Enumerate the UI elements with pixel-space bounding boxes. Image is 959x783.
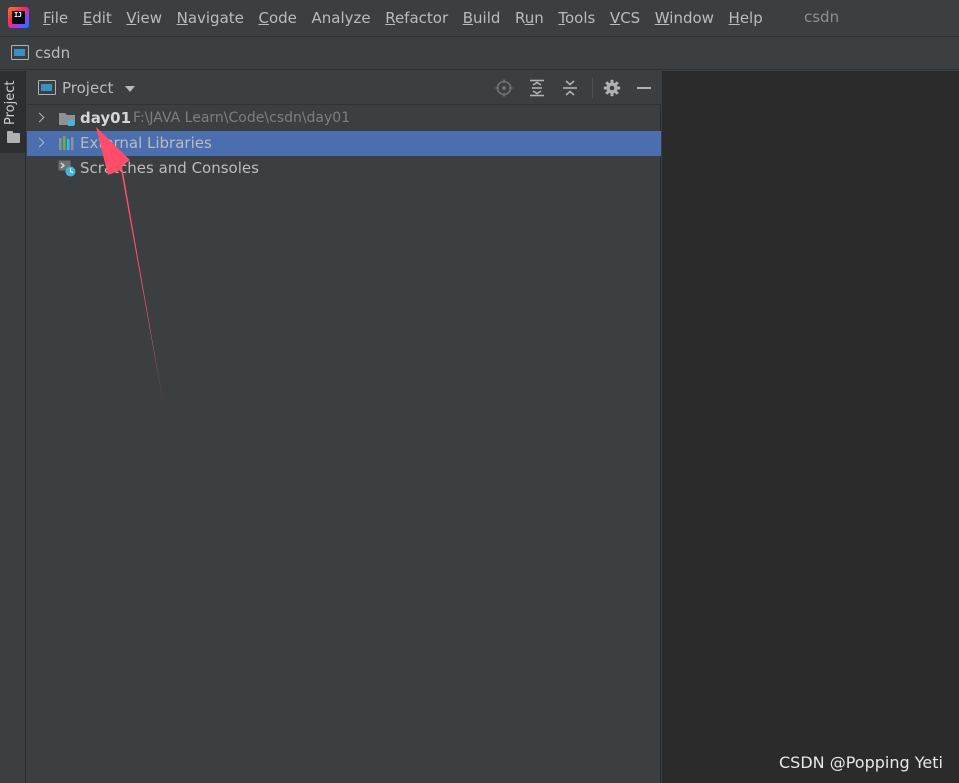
module-folder-icon <box>58 110 76 127</box>
menu-item-build[interactable]: Build <box>463 9 501 27</box>
menu-item-run[interactable]: Run <box>515 9 544 27</box>
tree-row-path: F:\JAVA Learn\Code\csdn\day01 <box>133 110 351 126</box>
chevron-down-icon[interactable] <box>125 86 135 92</box>
editor-area[interactable] <box>662 71 959 783</box>
minimize-icon <box>637 87 651 89</box>
menu-items: File Edit View Navigate Code Analyze Refactor B… <box>36 0 770 36</box>
folder-icon <box>7 131 20 143</box>
locate-file-button[interactable] <box>495 79 513 97</box>
tree-row-day01[interactable]: day01 F:\JAVA Learn\Code\csdn\day01 <box>27 106 661 131</box>
menu-bar: IJ File Edit View Navigate Code Analyze Refact… <box>0 0 959 36</box>
expand-all-button[interactable] <box>528 79 546 97</box>
menu-item-view[interactable]: View <box>126 9 162 27</box>
tree-row-label: External Libraries <box>80 134 212 152</box>
logo-text: IJ <box>14 11 22 19</box>
crosshair-icon <box>495 79 513 97</box>
library-icon <box>58 135 76 152</box>
project-tree: day01 F:\JAVA Learn\Code\csdn\day01 Extern… <box>27 106 661 181</box>
project-tool-tab[interactable]: Project <box>0 71 25 153</box>
navigation-bar: csdn <box>0 36 959 70</box>
menu-item-file[interactable]: File <box>43 9 68 27</box>
collapse-all-icon <box>563 80 577 96</box>
watermark: CSDN @Popping Yeti <box>779 753 943 772</box>
toolbar-separator <box>592 78 593 98</box>
menu-item-navigate[interactable]: Navigate <box>177 9 244 27</box>
tree-row-label: day01 <box>80 109 132 127</box>
project-panel: Project day01 F:\JAVA Learn\Code\csdn\da… <box>27 71 661 783</box>
chevron-right-icon[interactable] <box>34 112 45 123</box>
expand-all-icon <box>530 79 544 97</box>
scratches-icon <box>58 160 76 177</box>
menu-item-refactor[interactable]: Refactor <box>385 9 448 27</box>
gear-icon <box>603 79 621 97</box>
project-tool-tab-label: Project <box>3 80 18 125</box>
intellij-logo-icon: IJ <box>8 7 29 28</box>
menu-item-code[interactable]: Code <box>258 9 296 27</box>
tree-row-scratches-and-consoles[interactable]: Scratches and Consoles <box>27 156 661 181</box>
project-view-selector[interactable]: Project <box>62 79 113 97</box>
menu-item-edit[interactable]: Edit <box>83 9 112 27</box>
menu-item-vcs[interactable]: VCS <box>610 9 640 27</box>
project-window-icon <box>11 45 29 60</box>
ide-window: IJ File Edit View Navigate Code Analyze Refact… <box>0 0 959 783</box>
project-view-icon <box>38 80 56 95</box>
collapse-all-button[interactable] <box>561 79 579 97</box>
breadcrumb-project[interactable]: csdn <box>35 44 70 62</box>
left-tool-strip: Project <box>0 71 26 783</box>
hide-panel-button[interactable] <box>635 79 653 97</box>
project-panel-header: Project <box>27 71 661 105</box>
settings-button[interactable] <box>603 79 621 97</box>
tree-row-external-libraries[interactable]: External Libraries <box>27 131 661 156</box>
menu-item-analyze[interactable]: Analyze <box>311 9 370 27</box>
menu-item-window[interactable]: Window <box>655 9 714 27</box>
chevron-right-icon[interactable] <box>34 137 45 148</box>
menu-item-tools[interactable]: Tools <box>558 9 595 27</box>
tree-row-label: Scratches and Consoles <box>80 159 259 177</box>
window-title: csdn <box>804 8 840 26</box>
menu-item-help[interactable]: Help <box>729 9 763 27</box>
